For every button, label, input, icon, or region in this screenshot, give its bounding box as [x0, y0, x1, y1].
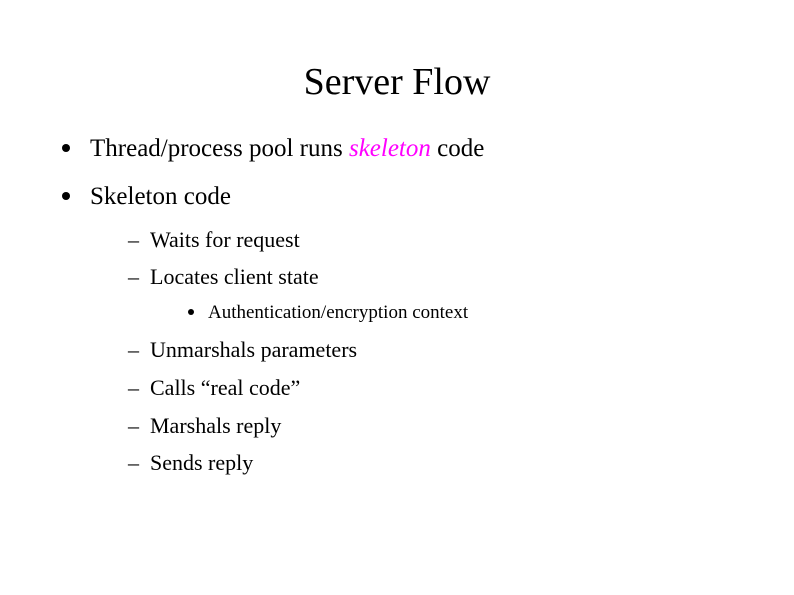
sub-bullet-text: Unmarshals parameters — [150, 337, 357, 362]
subsub-bullet-item: Authentication/encryption context — [184, 299, 738, 328]
sub-bullet-item: Calls “real code” — [128, 372, 738, 404]
bullet-text-suffix: code — [431, 135, 484, 162]
subsub-bullet-list: Authentication/encryption context — [150, 299, 738, 328]
sub-bullet-text: Locates client state — [150, 264, 319, 289]
bullet-text: Skeleton code — [90, 183, 231, 210]
sub-bullet-text: Calls “real code” — [150, 375, 300, 400]
bullet-item: Skeleton code Waits for request Locates … — [56, 180, 738, 480]
bullet-list: Thread/process pool runs skeleton code S… — [56, 132, 738, 479]
slide: Server Flow Thread/process pool runs ske… — [0, 0, 794, 595]
sub-bullet-text: Marshals reply — [150, 413, 281, 438]
sub-bullet-text: Sends reply — [150, 450, 253, 475]
bullet-text-highlight: skeleton — [349, 135, 431, 162]
bullet-text-prefix: Thread/process pool runs — [90, 135, 349, 162]
subsub-bullet-text: Authentication/encryption context — [208, 302, 468, 323]
sub-bullet-item: Waits for request — [128, 224, 738, 256]
sub-bullet-item: Unmarshals parameters — [128, 334, 738, 366]
sub-bullet-text: Waits for request — [150, 227, 300, 252]
sub-bullet-item: Sends reply — [128, 447, 738, 479]
slide-title: Server Flow — [56, 60, 738, 104]
sub-bullet-list: Waits for request Locates client state A… — [90, 224, 738, 480]
sub-bullet-item: Marshals reply — [128, 410, 738, 442]
bullet-item: Thread/process pool runs skeleton code — [56, 132, 738, 166]
sub-bullet-item: Locates client state Authentication/encr… — [128, 261, 738, 327]
